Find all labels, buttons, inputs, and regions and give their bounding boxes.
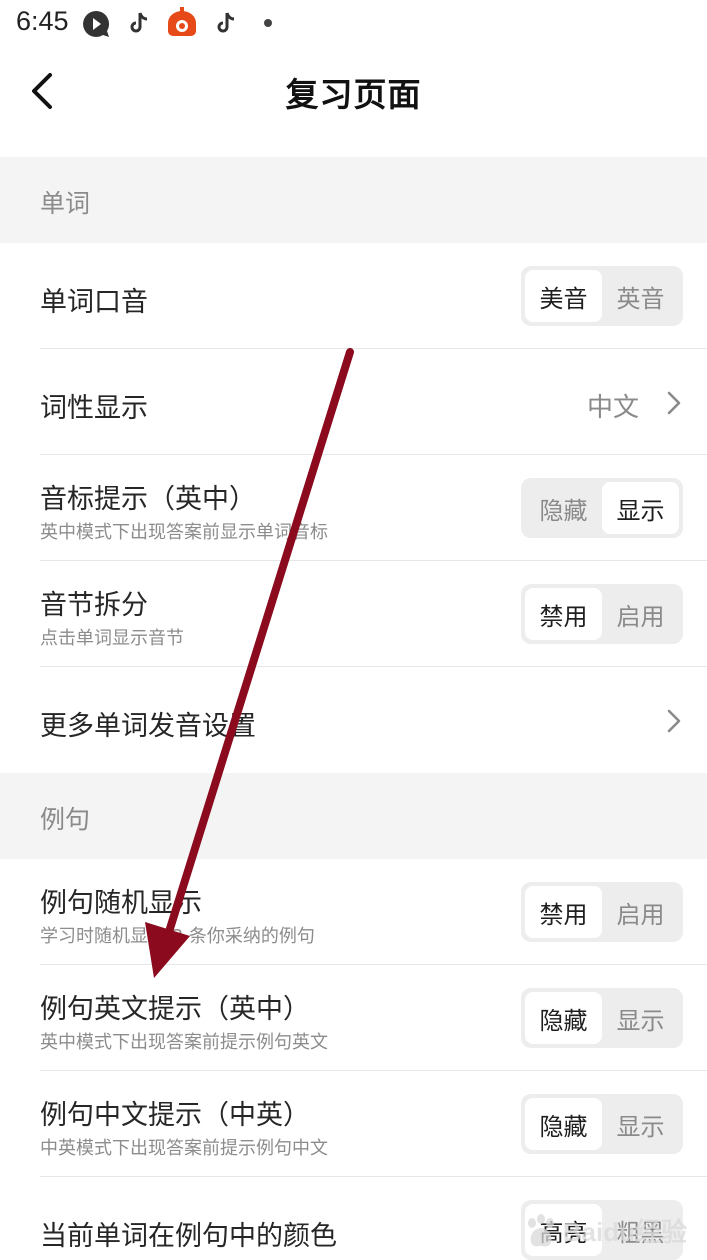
setting-subtitle: 点击单词显示音节: [40, 628, 184, 649]
paw-icon: [527, 1214, 554, 1247]
chevron-right-icon: [667, 391, 681, 415]
option-enable[interactable]: 启用: [602, 886, 679, 938]
setting-row-word-accent: 单词口音 美音 英音: [0, 243, 707, 349]
message-bubble-icon: [83, 10, 110, 37]
section-header-words: 单词: [0, 157, 707, 243]
setting-subtitle: 中英模式下出现答案前提示例句中文: [40, 1138, 328, 1159]
setting-row-example-en-hint: 例句英文提示（英中） 英中模式下出现答案前提示例句英文 隐藏 显示: [0, 965, 707, 1071]
section-title: 例句: [40, 805, 91, 834]
option-show[interactable]: 显示: [602, 482, 679, 534]
setting-title: 音标提示（英中）: [40, 484, 256, 515]
tiktok-icon: [130, 12, 148, 33]
phonetic-segmented-control: 隐藏 显示: [521, 478, 683, 538]
setting-title: 单词口音: [40, 287, 148, 318]
section-header-examples: 例句: [0, 773, 707, 859]
option-disable[interactable]: 禁用: [525, 588, 602, 640]
en-hint-segmented-control: 隐藏 显示: [521, 988, 683, 1048]
setting-subtitle: 学习时随机显示 3 条你采纳的例句: [40, 926, 315, 947]
setting-row-example-zh-hint: 例句中文提示（中英） 中英模式下出现答案前提示例句中文 隐藏 显示: [0, 1071, 707, 1177]
app-header: 复习页面: [0, 46, 707, 156]
baidu-watermark: Baidu经验: [521, 1210, 687, 1250]
setting-row-example-random: 例句随机显示 学习时随机显示 3 条你采纳的例句 禁用 启用: [0, 859, 707, 965]
option-show[interactable]: 显示: [602, 1098, 679, 1150]
setting-value: 中文: [586, 393, 639, 423]
setting-title: 例句随机显示: [40, 888, 202, 919]
tomato-app-icon: [168, 7, 196, 36]
accent-segmented-control: 美音 英音: [521, 266, 683, 326]
setting-row-phonetic-hint: 音标提示（英中） 英中模式下出现答案前显示单词音标 隐藏 显示: [0, 455, 707, 561]
option-us-accent[interactable]: 美音: [525, 270, 602, 322]
tiktok-icon: [217, 12, 235, 33]
option-enable[interactable]: 启用: [602, 588, 679, 640]
section-title: 单词: [40, 189, 91, 218]
random-segmented-control: 禁用 启用: [521, 882, 683, 942]
chevron-right-icon: [667, 709, 681, 733]
status-bar: 6:45: [0, 0, 707, 46]
syllable-segmented-control: 禁用 启用: [521, 584, 683, 644]
zh-hint-segmented-control: 隐藏 显示: [521, 1094, 683, 1154]
setting-title: 例句英文提示（英中）: [40, 994, 310, 1025]
setting-row-pos-display[interactable]: 词性显示 中文: [0, 349, 707, 455]
setting-row-syllable-split: 音节拆分 点击单词显示音节 禁用 启用: [0, 561, 707, 667]
page-title: 复习页面: [285, 75, 422, 114]
setting-title: 例句中文提示（中英）: [40, 1100, 310, 1131]
option-hide[interactable]: 隐藏: [525, 992, 602, 1044]
setting-subtitle: 英中模式下出现答案前显示单词音标: [40, 522, 328, 543]
setting-row-more-pronunciation[interactable]: 更多单词发音设置: [0, 667, 707, 773]
option-disable[interactable]: 禁用: [525, 886, 602, 938]
option-hide[interactable]: 隐藏: [525, 1098, 602, 1150]
option-hide[interactable]: 隐藏: [525, 482, 602, 534]
status-time: 6:45: [16, 6, 69, 36]
setting-title: 词性显示: [40, 393, 148, 424]
setting-title: 音节拆分: [40, 590, 148, 621]
dot-icon: [264, 19, 272, 27]
setting-title: 更多单词发音设置: [40, 711, 256, 742]
option-show[interactable]: 显示: [602, 992, 679, 1044]
setting-subtitle: 英中模式下出现答案前提示例句英文: [40, 1032, 328, 1053]
option-uk-accent[interactable]: 英音: [602, 270, 679, 322]
watermark-text: Baidu经验: [562, 1216, 687, 1247]
setting-title: 当前单词在例句中的颜色: [40, 1221, 337, 1252]
